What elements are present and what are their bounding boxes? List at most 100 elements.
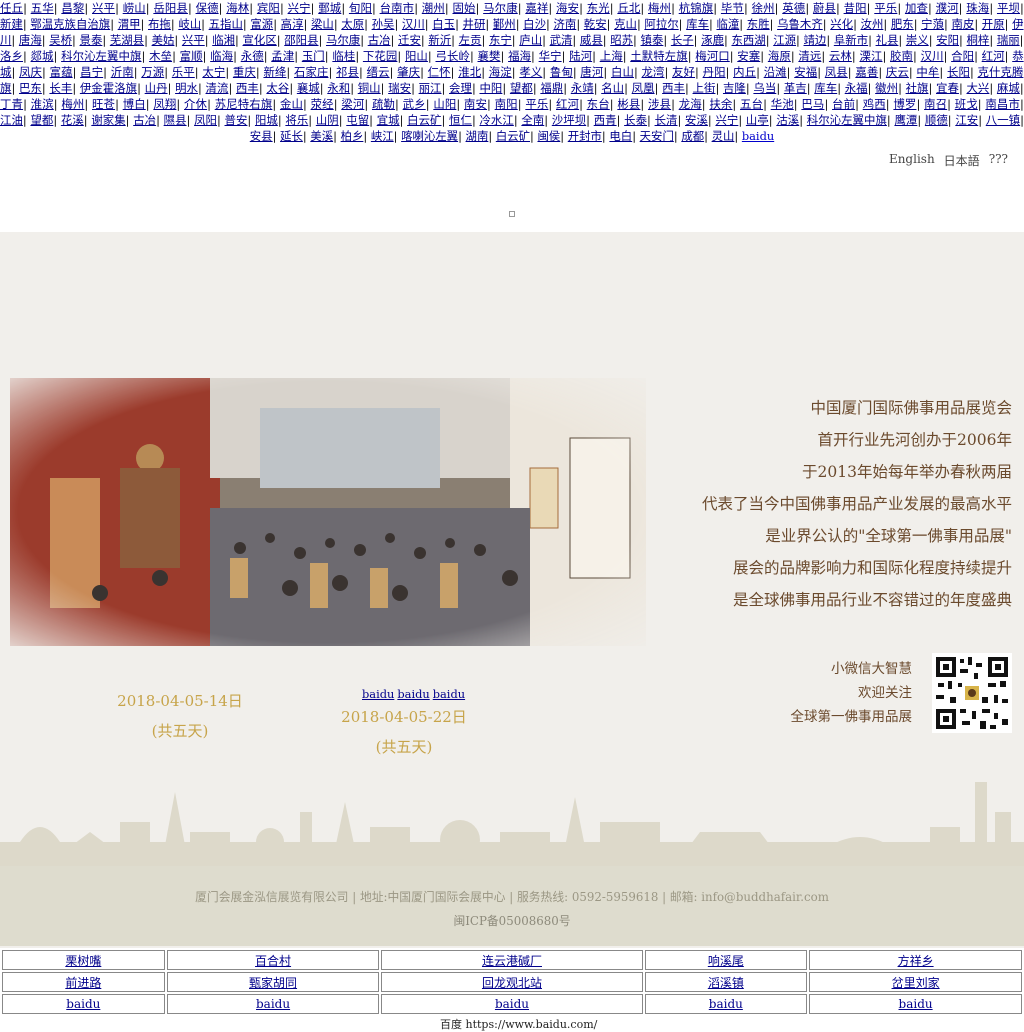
- city-link[interactable]: 苏尼特右旗: [215, 97, 273, 111]
- city-link[interactable]: 美姑: [152, 33, 175, 47]
- city-link[interactable]: 富顺: [180, 49, 203, 63]
- city-link[interactable]: 平乐: [525, 97, 548, 111]
- friend-link[interactable]: 方祥乡: [898, 954, 934, 968]
- lang-english[interactable]: English: [889, 152, 935, 169]
- friend-link[interactable]: baidu: [66, 997, 100, 1011]
- city-link[interactable]: 芜湖县: [110, 33, 144, 47]
- city-link[interactable]: 永靖: [571, 81, 594, 95]
- city-link[interactable]: 鸡西: [863, 97, 886, 111]
- city-link[interactable]: 长丰: [49, 81, 72, 95]
- city-link[interactable]: 五台: [740, 97, 763, 111]
- city-link[interactable]: 郯城: [31, 49, 54, 63]
- city-link[interactable]: 高淳: [281, 17, 304, 31]
- city-link[interactable]: 平乐: [874, 1, 897, 15]
- city-link[interactable]: 富蕴: [50, 65, 73, 79]
- city-link[interactable]: 南召: [924, 97, 947, 111]
- city-link[interactable]: 凤庆: [19, 65, 42, 79]
- city-link[interactable]: 西丰: [662, 81, 685, 95]
- city-link[interactable]: 新沂: [428, 33, 451, 47]
- city-link[interactable]: 长泰: [624, 113, 647, 127]
- city-link[interactable]: 革吉: [784, 81, 807, 95]
- city-link[interactable]: 凤翔: [153, 97, 176, 111]
- city-link[interactable]: 左贡: [459, 33, 482, 47]
- city-link[interactable]: 库车: [814, 81, 837, 95]
- city-link[interactable]: 礼县: [876, 33, 899, 47]
- city-link[interactable]: 下花园: [363, 49, 397, 63]
- city-link[interactable]: 全南: [521, 113, 544, 127]
- city-link[interactable]: 济南: [553, 17, 576, 31]
- city-link[interactable]: 马尔康: [483, 1, 518, 15]
- lang-other[interactable]: ???: [989, 152, 1008, 169]
- city-link[interactable]: 友好: [672, 65, 695, 79]
- city-link[interactable]: 社旗: [906, 81, 929, 95]
- city-link[interactable]: 白山: [611, 65, 634, 79]
- city-link[interactable]: 麻城: [997, 81, 1020, 95]
- city-link[interactable]: 梅州: [61, 97, 84, 111]
- city-link[interactable]: 丽江: [419, 81, 442, 95]
- city-link[interactable]: 重庆: [233, 65, 256, 79]
- city-link[interactable]: 巴马: [801, 97, 824, 111]
- city-link[interactable]: 合阳: [951, 49, 974, 63]
- city-link[interactable]: 溧江: [859, 49, 882, 63]
- city-link[interactable]: 安县: [250, 129, 273, 143]
- city-link[interactable]: 蔚县: [813, 1, 836, 15]
- city-link[interactable]: 孟津: [271, 49, 294, 63]
- city-link[interactable]: 凤凰: [632, 81, 655, 95]
- city-link[interactable]: 毕节: [721, 1, 744, 15]
- city-link[interactable]: 彬县: [617, 97, 640, 111]
- city-link[interactable]: 永德: [241, 49, 264, 63]
- city-link[interactable]: 克山: [614, 17, 637, 31]
- city-link[interactable]: 昭苏: [610, 33, 633, 47]
- city-link[interactable]: 五华: [31, 1, 54, 15]
- city-link[interactable]: 永和: [327, 81, 350, 95]
- city-link[interactable]: 沙坪坝: [552, 113, 586, 127]
- city-link[interactable]: 保德: [196, 1, 219, 15]
- city-link[interactable]: 瑞丽: [997, 33, 1020, 47]
- city-link[interactable]: 太谷: [266, 81, 289, 95]
- city-link[interactable]: 梁山: [311, 17, 334, 31]
- city-link[interactable]: 东胜: [747, 17, 770, 31]
- city-link[interactable]: 谢家集: [91, 113, 125, 127]
- city-link[interactable]: 嘉祥: [525, 1, 548, 15]
- city-link[interactable]: 内丘: [733, 65, 756, 79]
- city-link[interactable]: 新建: [0, 17, 23, 31]
- city-link[interactable]: 华宁: [539, 49, 562, 63]
- city-link[interactable]: 宜城: [377, 113, 400, 127]
- friend-link[interactable]: 岔里刘家: [892, 976, 940, 990]
- city-link[interactable]: 涉县: [648, 97, 671, 111]
- city-link[interactable]: 鄂温克族自治旗: [30, 17, 110, 31]
- city-link[interactable]: 上海: [600, 49, 623, 63]
- city-link[interactable]: 沽溪: [776, 113, 799, 127]
- city-link[interactable]: 古冶: [133, 113, 156, 127]
- city-link[interactable]: 冷水江: [479, 113, 513, 127]
- city-link[interactable]: 宣化区: [243, 33, 277, 47]
- city-link[interactable]: 五指山: [209, 17, 243, 31]
- city-link[interactable]: 迁安: [398, 33, 421, 47]
- city-link[interactable]: 东宁: [489, 33, 512, 47]
- city-link[interactable]: 洛乡: [0, 49, 23, 63]
- city-link[interactable]: 恒仁: [449, 113, 472, 127]
- city-link[interactable]: 伊金霍洛旗: [80, 81, 137, 95]
- city-link[interactable]: 凤县: [825, 65, 848, 79]
- city-link[interactable]: 加查: [905, 1, 928, 15]
- city-link[interactable]: 镇泰: [641, 33, 664, 47]
- city-link[interactable]: 江源: [773, 33, 796, 47]
- city-link[interactable]: 徽州: [875, 81, 898, 95]
- city-link[interactable]: 柏乡: [341, 129, 364, 143]
- city-link[interactable]: 缙云: [367, 65, 390, 79]
- city-link[interactable]: 闽侯: [537, 129, 560, 143]
- city-link[interactable]: 山阳: [433, 97, 456, 111]
- city-link[interactable]: 丹阳: [703, 65, 726, 79]
- city-link[interactable]: 淮北: [458, 65, 481, 79]
- baidu-link[interactable]: baidu: [362, 687, 394, 701]
- city-link[interactable]: 望都: [30, 113, 53, 127]
- city-link[interactable]: 龙海: [679, 97, 702, 111]
- city-link[interactable]: 山阴: [316, 113, 339, 127]
- friend-link[interactable]: 栗树嘴: [65, 954, 101, 968]
- city-link[interactable]: 喀喇沁左翼: [401, 129, 458, 143]
- city-link[interactable]: 白云矿: [407, 113, 441, 127]
- friend-link[interactable]: 前进路: [65, 976, 101, 990]
- city-link[interactable]: 兴平: [92, 1, 115, 15]
- city-link[interactable]: 开封市: [568, 129, 602, 143]
- friend-link[interactable]: baidu: [256, 997, 290, 1011]
